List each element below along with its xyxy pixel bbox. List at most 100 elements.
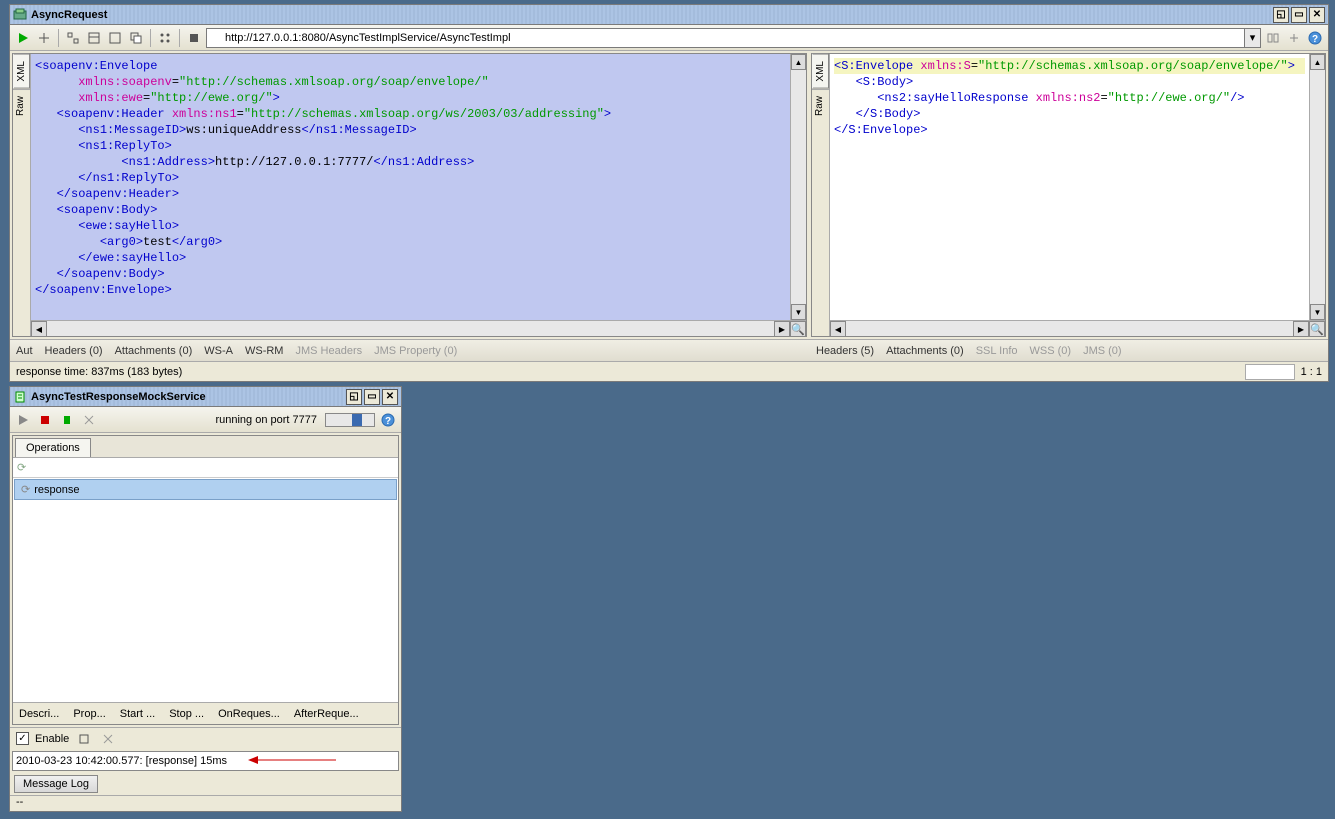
- vertical-scrollbar[interactable]: ▲ ▼: [1309, 54, 1325, 320]
- endpoint-input[interactable]: [206, 28, 1245, 48]
- operation-item[interactable]: ⟳ response: [14, 479, 397, 500]
- tab-ssl-info[interactable]: SSL Info: [976, 345, 1018, 357]
- scroll-down-icon[interactable]: ▼: [1310, 304, 1325, 320]
- tab-jms[interactable]: JMS (0): [1083, 345, 1122, 357]
- side-tab-xml[interactable]: XML: [812, 54, 829, 89]
- side-tab-raw[interactable]: Raw: [812, 89, 829, 122]
- clone-icon[interactable]: [127, 29, 145, 47]
- options-icon[interactable]: [80, 411, 98, 429]
- restore-icon[interactable]: ◱: [1273, 7, 1289, 23]
- tab-jms-property[interactable]: JMS Property (0): [374, 345, 457, 357]
- log-area: 2010-03-23 10:42:00.577: [response] 15ms: [12, 751, 399, 771]
- tab-afterrequest[interactable]: AfterReque...: [294, 708, 359, 720]
- help-icon[interactable]: ?: [379, 411, 397, 429]
- log-controls: ✓ Enable: [10, 727, 401, 749]
- script-tabs: Descri... Prop... Start ... Stop ... OnR…: [13, 702, 398, 724]
- request-bottom-tabs: Aut Headers (0) Attachments (0) WS-A WS-…: [10, 339, 810, 361]
- editor-panes: XML Raw <soapenv:Envelope xmlns:soapenv=…: [10, 51, 1328, 339]
- request-xml-editor[interactable]: <soapenv:Envelope xmlns:soapenv="http://…: [31, 54, 790, 320]
- options-icon[interactable]: [99, 730, 117, 748]
- add-assertion-icon[interactable]: [1285, 29, 1303, 47]
- async-request-window: AsyncRequest ◱ ▭ ✕ ▾ ? XML Raw: [9, 4, 1329, 382]
- mock-toolbar: running on port 7777 ?: [10, 407, 401, 433]
- restart-icon[interactable]: [58, 411, 76, 429]
- tab-onrequest[interactable]: OnReques...: [218, 708, 280, 720]
- ops-toolbar: ⟳: [13, 458, 398, 478]
- response-xml-editor[interactable]: <S:Envelope xmlns:S="http://schemas.xmls…: [830, 54, 1309, 320]
- help-icon[interactable]: ?: [1306, 29, 1324, 47]
- tab-wsa[interactable]: WS-A: [204, 345, 233, 357]
- titlebar[interactable]: AsyncTestResponseMockService ◱ ▭ ✕: [10, 387, 401, 407]
- stop-icon[interactable]: [185, 29, 203, 47]
- close-icon[interactable]: ✕: [382, 389, 398, 405]
- restore-icon[interactable]: ◱: [346, 389, 362, 405]
- tab-start[interactable]: Start ...: [120, 708, 155, 720]
- scroll-left-icon[interactable]: ◀: [31, 321, 47, 337]
- side-tab-xml[interactable]: XML: [13, 54, 30, 89]
- stop-icon[interactable]: [36, 411, 54, 429]
- tab-properties[interactable]: Prop...: [73, 708, 105, 720]
- scroll-track[interactable]: [846, 321, 1293, 336]
- cursor-position: 1 : 1: [1301, 366, 1322, 378]
- tab-jms-headers[interactable]: JMS Headers: [295, 345, 362, 357]
- scroll-down-icon[interactable]: ▼: [791, 304, 806, 320]
- submit-icon[interactable]: [14, 29, 32, 47]
- side-tab-raw[interactable]: Raw: [13, 89, 30, 122]
- search-icon[interactable]: 🔍: [1309, 321, 1325, 337]
- operations-pane: Operations ⟳ ⟳ response Descri... Prop..…: [12, 435, 399, 725]
- tab-aut[interactable]: Aut: [16, 345, 33, 357]
- toggle-layout-icon[interactable]: [1264, 29, 1282, 47]
- toolbar-icon-4[interactable]: [156, 29, 174, 47]
- separator: [58, 29, 59, 47]
- scroll-track[interactable]: [47, 321, 774, 336]
- toolbar-icon-3[interactable]: [106, 29, 124, 47]
- message-log-button[interactable]: Message Log: [14, 775, 98, 793]
- scroll-right-icon[interactable]: ▶: [774, 321, 790, 337]
- scroll-up-icon[interactable]: ▲: [791, 54, 806, 70]
- maximize-icon[interactable]: ▭: [364, 389, 380, 405]
- horizontal-scrollbar[interactable]: ◀ ▶ 🔍: [31, 320, 806, 336]
- operation-icon: ⟳: [21, 483, 30, 496]
- vertical-scrollbar[interactable]: ▲ ▼: [790, 54, 806, 320]
- toolbar-icon-2[interactable]: [85, 29, 103, 47]
- titlebar[interactable]: AsyncRequest ◱ ▭ ✕: [10, 5, 1328, 25]
- scroll-up-icon[interactable]: ▲: [1310, 54, 1325, 70]
- svg-text:?: ?: [385, 416, 391, 427]
- toolbar-icon-1[interactable]: [64, 29, 82, 47]
- tab-attachments[interactable]: Attachments (0): [886, 345, 964, 357]
- run-icon[interactable]: [14, 411, 32, 429]
- scroll-right-icon[interactable]: ▶: [1293, 321, 1309, 337]
- maximize-icon[interactable]: ▭: [1291, 7, 1307, 23]
- request-toolbar: ▾ ?: [10, 25, 1328, 51]
- window-title: AsyncTestResponseMockService: [31, 391, 344, 403]
- horizontal-scrollbar[interactable]: ◀ ▶ 🔍: [830, 320, 1325, 336]
- running-status: running on port 7777: [215, 414, 317, 426]
- tiny-status: --: [10, 795, 401, 811]
- tab-stop[interactable]: Stop ...: [169, 708, 204, 720]
- tab-operations[interactable]: Operations: [15, 438, 91, 457]
- mock-service-icon: [13, 390, 27, 404]
- svg-text:?: ?: [1312, 34, 1318, 45]
- status-response-time: response time: 837ms (183 bytes): [16, 366, 182, 378]
- progress-bar: [325, 413, 375, 427]
- add-to-testcase-icon[interactable]: [35, 29, 53, 47]
- tab-headers[interactable]: Headers (5): [816, 345, 874, 357]
- scroll-left-icon[interactable]: ◀: [830, 321, 846, 337]
- tab-headers[interactable]: Headers (0): [45, 345, 103, 357]
- enable-label: Enable: [35, 733, 69, 745]
- tab-wss[interactable]: WSS (0): [1030, 345, 1072, 357]
- refresh-icon[interactable]: ⟳: [17, 461, 26, 474]
- endpoint-dropdown-icon[interactable]: ▾: [1245, 28, 1261, 48]
- status-bar: response time: 837ms (183 bytes) 1 : 1: [10, 361, 1328, 381]
- response-bottom-tabs: Headers (5) Attachments (0) SSL Info WSS…: [810, 339, 1328, 361]
- tab-wsrm[interactable]: WS-RM: [245, 345, 284, 357]
- response-pane: XML Raw <S:Envelope xmlns:S="http://sche…: [811, 53, 1326, 337]
- enable-checkbox[interactable]: ✓: [16, 732, 29, 745]
- tab-attachments[interactable]: Attachments (0): [115, 345, 193, 357]
- window-title: AsyncRequest: [31, 9, 1271, 21]
- close-icon[interactable]: ✕: [1309, 7, 1325, 23]
- request-side-tabs: XML Raw: [13, 54, 31, 336]
- clear-icon[interactable]: [75, 730, 93, 748]
- tab-description[interactable]: Descri...: [19, 708, 59, 720]
- search-icon[interactable]: 🔍: [790, 321, 806, 337]
